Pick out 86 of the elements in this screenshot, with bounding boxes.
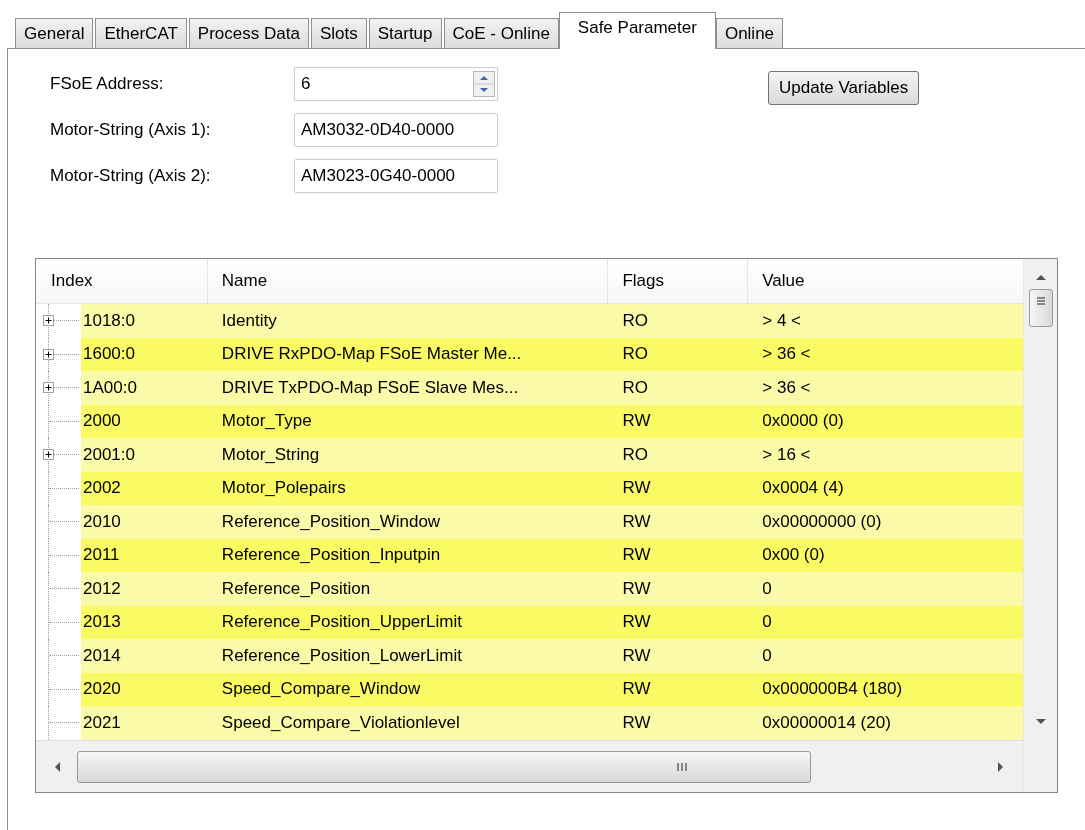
table-cell: 2012 — [81, 572, 208, 606]
table-cell: 0x00000000 (0) — [748, 505, 1023, 539]
table-cell: Reference_Position_Window — [207, 505, 609, 539]
table-cell: 0 — [748, 572, 1023, 606]
tab[interactable]: EtherCAT — [95, 18, 187, 48]
table-cell: 2011 — [81, 538, 208, 572]
name-header[interactable]: Name — [207, 259, 609, 303]
table-cell: DRIVE TxPDO-Map FSoE Slave Mes... — [207, 371, 609, 405]
tab[interactable]: Online — [715, 18, 784, 48]
vertical-scrollbar[interactable] — [1023, 259, 1057, 792]
table-cell: 2014 — [81, 639, 208, 673]
table-cell: 2020 — [81, 672, 208, 706]
tab[interactable]: CoE - Online — [443, 18, 559, 48]
scroll-down-icon[interactable] — [1034, 718, 1047, 726]
table-cell: 2021 — [81, 706, 208, 740]
table-cell: RW — [608, 672, 749, 706]
grip-icon — [1035, 296, 1046, 306]
table-cell: RO — [608, 337, 749, 371]
table-cell: > 36 < — [748, 337, 1023, 371]
grip-icon — [676, 761, 688, 772]
text-field[interactable]: AM3023-0G40-0000 — [294, 159, 498, 193]
table-cell: Motor_Polepairs — [207, 471, 609, 505]
field-label: FSoE Address: — [50, 74, 165, 94]
table-cell: Reference_Position — [207, 572, 609, 606]
table-cell: Reference_Position_Inputpin — [207, 538, 609, 572]
table-cell: 2013 — [81, 605, 208, 639]
table-cell: 0x00 (0) — [748, 538, 1023, 572]
table-cell: 0x0000 (0) — [748, 404, 1023, 438]
scroll-up-icon[interactable] — [1034, 273, 1047, 281]
tab[interactable]: General — [15, 18, 94, 48]
table-cell: RW — [608, 404, 749, 438]
table-cell: RO — [608, 438, 749, 472]
table-cell: 1600:0 — [81, 337, 208, 371]
table-cell: Reference_Position_LowerLimit — [207, 639, 609, 673]
table-cell: 0x000000B4 (180) — [748, 672, 1023, 706]
table-cell: 2010 — [81, 505, 208, 539]
update-variables-button[interactable]: Update Variables — [768, 71, 920, 105]
table-cell: 1A00:0 — [81, 371, 208, 405]
table-cell: Motor_Type — [207, 404, 609, 438]
scroll-thumb[interactable] — [77, 750, 811, 783]
text-field[interactable]: AM3032-0D40-0000 — [294, 113, 498, 147]
tab[interactable]: Safe Parameter — [558, 12, 716, 49]
tab[interactable]: Slots — [310, 18, 367, 48]
spin-arrows-icon[interactable] — [473, 71, 495, 97]
table-cell: 0x00000014 (20) — [748, 706, 1023, 740]
table-cell: 2000 — [81, 404, 208, 438]
table-cell: Speed_Compare_Window — [207, 672, 609, 706]
table-cell: RW — [608, 572, 749, 606]
scroll-left-icon[interactable] — [53, 760, 63, 773]
tab[interactable]: Startup — [368, 18, 442, 48]
tab[interactable]: Process Data — [188, 18, 309, 48]
expand-icon[interactable] — [43, 449, 54, 460]
table-cell: RW — [608, 505, 749, 539]
table-cell: 0 — [748, 639, 1023, 673]
expand-icon[interactable] — [43, 348, 54, 360]
table-cell: 2001:0 — [81, 438, 208, 472]
scroll-right-icon[interactable] — [995, 760, 1005, 773]
table-cell: RW — [608, 706, 749, 740]
table-cell: RW — [608, 471, 749, 505]
field-label: Motor-String (Axis 1): — [50, 120, 212, 140]
table-cell: RO — [608, 304, 749, 338]
value-header[interactable]: Value — [748, 259, 1023, 303]
horizontal-scrollbar[interactable] — [36, 740, 1023, 792]
table-cell: 2002 — [81, 471, 208, 505]
expand-icon[interactable] — [43, 315, 54, 326]
table-cell: Identity — [207, 304, 609, 338]
table-cell: 0 — [748, 605, 1023, 639]
table-cell: > 36 < — [748, 371, 1023, 405]
table-cell: Motor_String — [207, 438, 609, 472]
index-header[interactable]: Index — [36, 259, 208, 303]
table-cell: > 4 < — [748, 304, 1023, 338]
table-cell: RW — [608, 605, 749, 639]
table-cell: 0x0004 (4) — [748, 471, 1023, 505]
field-label: Motor-String (Axis 2): — [50, 166, 212, 186]
number-spinner[interactable]: 6 — [294, 67, 498, 101]
table-cell: DRIVE RxPDO-Map FSoE Master Me... — [207, 337, 609, 371]
table-cell: Speed_Compare_Violationlevel — [207, 706, 609, 740]
table-cell: RW — [608, 538, 749, 572]
flags-header[interactable]: Flags — [608, 259, 749, 303]
table-cell: RO — [608, 371, 749, 405]
expand-icon[interactable] — [43, 382, 54, 393]
scroll-thumb[interactable] — [1028, 289, 1053, 327]
table-cell: Reference_Position_UpperLimit — [207, 605, 609, 639]
table-cell: > 16 < — [748, 438, 1023, 472]
table-cell: RW — [608, 639, 749, 673]
table-cell: 1018:0 — [81, 304, 208, 338]
